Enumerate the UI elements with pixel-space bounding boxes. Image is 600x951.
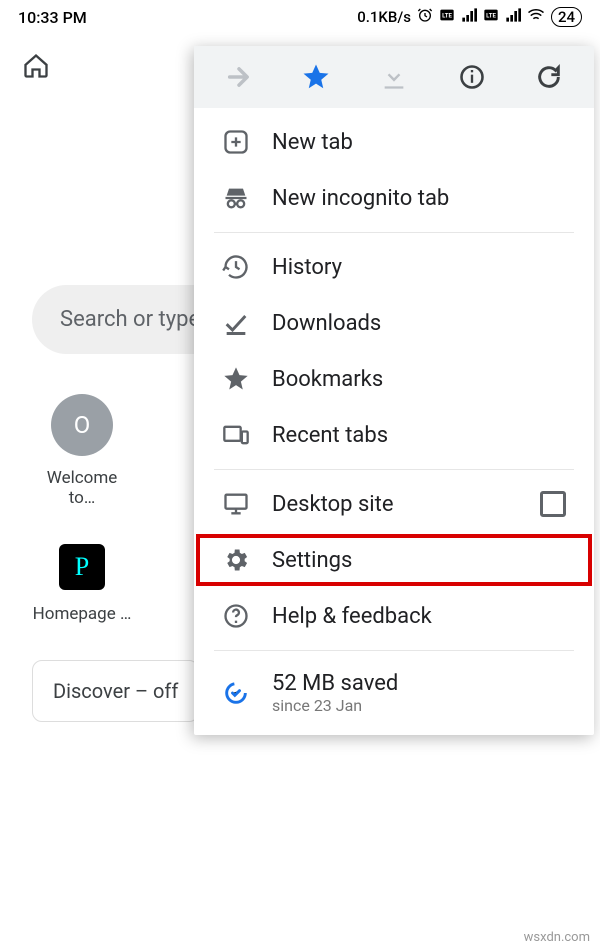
overflow-menu: New tab New incognito tab History Downlo…	[194, 46, 594, 735]
desktop-icon	[222, 490, 250, 518]
menu-new-tab[interactable]: New tab	[194, 114, 594, 170]
menu-label: New incognito tab	[272, 186, 449, 211]
volte1-icon: LTE	[439, 7, 455, 27]
menu-separator	[214, 232, 574, 233]
shortcut-label: Homepage …	[33, 604, 132, 624]
info-icon[interactable]	[457, 62, 487, 92]
forward-icon[interactable]	[224, 62, 254, 92]
recent-tabs-icon	[222, 421, 250, 449]
menu-label: History	[272, 255, 342, 280]
menu-settings[interactable]: Settings	[194, 532, 594, 588]
menu-bookmarks[interactable]: Bookmarks	[194, 351, 594, 407]
star-icon	[222, 365, 250, 393]
status-net: 0.1KB/s	[357, 8, 411, 26]
menu-label: Settings	[272, 548, 352, 573]
menu-label: Recent tabs	[272, 423, 388, 448]
shortcut-favicon: P	[59, 544, 105, 590]
signal2-icon	[505, 7, 521, 27]
status-icons: 0.1KB/s LTE LTE 24	[357, 6, 582, 28]
svg-text:LTE: LTE	[486, 13, 496, 20]
menu-recent-tabs[interactable]: Recent tabs	[194, 407, 594, 463]
shortcut-favicon: O	[51, 394, 113, 456]
menu-desktop-site[interactable]: Desktop site	[194, 476, 594, 532]
volte2-icon: LTE	[483, 7, 499, 27]
download-icon[interactable]	[379, 62, 409, 92]
shortcut-label: Welcome to…	[32, 468, 132, 508]
menu-label: 52 MB saved	[272, 671, 398, 696]
menu-label: Downloads	[272, 311, 381, 336]
menu-label: Help & feedback	[272, 604, 432, 629]
menu-label: Desktop site	[272, 492, 394, 517]
alarm-icon	[417, 7, 433, 27]
menu-downloads[interactable]: Downloads	[194, 295, 594, 351]
svg-text:LTE: LTE	[442, 13, 452, 20]
help-icon	[222, 602, 250, 630]
status-bar: 10:33 PM 0.1KB/s LTE LTE 24	[0, 0, 600, 34]
incognito-icon	[222, 184, 250, 212]
menu-list: New tab New incognito tab History Downlo…	[194, 108, 594, 735]
menu-separator	[214, 469, 574, 470]
watermark: wsxdn.com	[524, 930, 590, 945]
battery-icon: 24	[551, 7, 582, 27]
data-saver-text: 52 MB saved since 23 Jan	[272, 671, 398, 715]
plus-box-icon	[222, 128, 250, 156]
menu-toolbar	[194, 46, 594, 108]
home-icon[interactable]	[22, 52, 50, 80]
data-saver-icon	[222, 679, 250, 707]
menu-label: New tab	[272, 130, 353, 155]
status-time: 10:33 PM	[18, 8, 87, 27]
history-icon	[222, 253, 250, 281]
menu-data-saver[interactable]: 52 MB saved since 23 Jan	[194, 657, 594, 729]
signal1-icon	[461, 7, 477, 27]
refresh-icon[interactable]	[534, 62, 564, 92]
shortcut-1[interactable]: O Welcome to…	[32, 394, 132, 508]
discover-button[interactable]: Discover – off	[32, 660, 199, 722]
shortcut-3[interactable]: P Homepage …	[32, 536, 132, 624]
desktop-site-checkbox[interactable]	[540, 491, 566, 517]
menu-help[interactable]: Help & feedback	[194, 588, 594, 644]
wifi-icon	[527, 6, 545, 28]
menu-history[interactable]: History	[194, 239, 594, 295]
bookmark-star-icon[interactable]	[301, 62, 331, 92]
downloads-check-icon	[222, 309, 250, 337]
menu-sublabel: since 23 Jan	[272, 696, 398, 715]
menu-incognito[interactable]: New incognito tab	[194, 170, 594, 226]
menu-separator	[214, 650, 574, 651]
gear-icon	[222, 546, 250, 574]
menu-label: Bookmarks	[272, 367, 383, 392]
